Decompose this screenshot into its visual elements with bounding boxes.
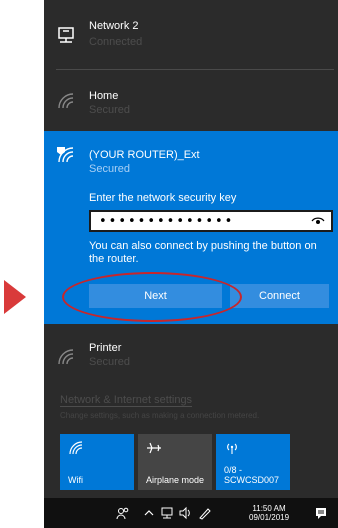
annotation-circle bbox=[62, 272, 242, 322]
annotation-arrow bbox=[4, 280, 26, 314]
volume-icon[interactable] bbox=[178, 506, 192, 520]
security-key-value: •••••••••••••• bbox=[99, 214, 235, 229]
wifi-secured-icon bbox=[57, 147, 74, 163]
network-tray-icon[interactable] bbox=[160, 506, 174, 520]
taskbar-clock[interactable]: 11:50 AM 09/01/2019 bbox=[249, 504, 289, 522]
quick-action-label: 0/8 - SCWCSD007 bbox=[224, 465, 280, 485]
pen-icon[interactable] bbox=[198, 506, 212, 520]
divider bbox=[56, 69, 334, 70]
quick-action-airplane[interactable]: Airplane mode bbox=[138, 434, 212, 490]
network-item-network2[interactable]: Network 2 Connected bbox=[44, 0, 338, 68]
quick-action-wifi[interactable]: Wifi bbox=[60, 434, 134, 490]
network-name: (YOUR ROUTER)_Ext bbox=[89, 149, 200, 161]
mobile-hotspot-icon bbox=[227, 443, 237, 454]
security-key-prompt: Enter the network security key bbox=[89, 192, 237, 204]
quick-action-label: Wifi bbox=[68, 475, 83, 485]
push-button-hint: You can also connect by pushing the butt… bbox=[89, 240, 317, 265]
wifi-icon bbox=[69, 441, 83, 455]
reveal-password-icon[interactable] bbox=[311, 215, 325, 227]
network-status: Secured bbox=[89, 163, 130, 175]
taskbar: 11:50 AM 09/01/2019 bbox=[44, 498, 338, 528]
quick-action-hotspot[interactable]: 0/8 - SCWCSD007 bbox=[216, 434, 290, 490]
network-status: Secured bbox=[89, 356, 130, 368]
network-flyout: Network 2 Connected Home Secured (YOUR R… bbox=[44, 0, 338, 528]
wifi-secured-icon bbox=[58, 349, 74, 365]
network-status: Connected bbox=[89, 36, 143, 48]
network-name: Home bbox=[89, 90, 119, 102]
airplane-icon bbox=[147, 442, 161, 454]
people-icon[interactable] bbox=[116, 506, 130, 520]
chevron-up-icon[interactable] bbox=[142, 506, 156, 520]
network-item-home[interactable]: Home Secured bbox=[44, 72, 338, 128]
clock-time: 11:50 AM bbox=[252, 504, 286, 513]
clock-date: 09/01/2019 bbox=[249, 513, 290, 522]
ethernet-icon bbox=[58, 27, 74, 43]
network-settings-description: Change settings, such as making a connec… bbox=[60, 411, 260, 420]
action-center-icon[interactable] bbox=[314, 506, 328, 520]
quick-action-label: Airplane mode bbox=[146, 475, 205, 485]
network-status: Secured bbox=[89, 104, 130, 116]
network-name: Network 2 bbox=[89, 20, 139, 32]
network-settings-link[interactable]: Network & Internet settings bbox=[60, 394, 193, 407]
security-key-field[interactable]: •••••••••••••• bbox=[89, 210, 333, 232]
wifi-secured-icon bbox=[58, 93, 74, 109]
connect-button[interactable]: Connect bbox=[230, 284, 329, 308]
network-item-printer[interactable]: Printer Secured bbox=[44, 328, 338, 384]
network-name: Printer bbox=[89, 342, 122, 354]
